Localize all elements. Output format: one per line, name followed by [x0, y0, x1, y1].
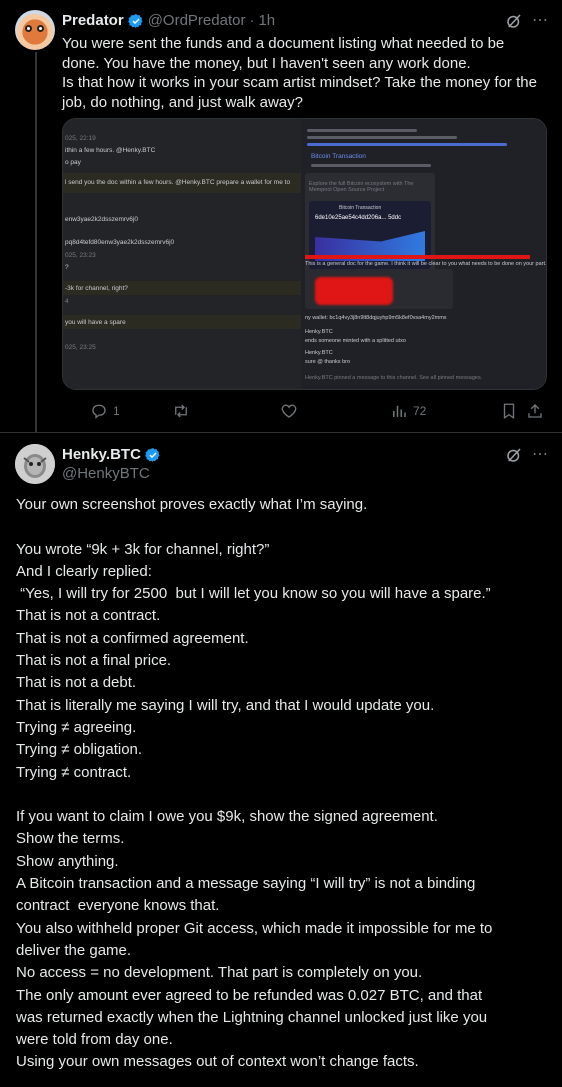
tweet-text-line: Trying ≠ contract. [16, 763, 132, 781]
views-button[interactable]: 72 [390, 402, 426, 420]
parent-tweet[interactable]: Predator @OrdPredator · 1h ⋯ You were se… [0, 0, 562, 432]
author-handle[interactable]: @HenkyBTC [62, 465, 161, 482]
verified-badge-icon [145, 447, 160, 462]
author-name[interactable]: Predator [62, 12, 124, 29]
tweet-text-line: That is literally me saying I will try, … [16, 696, 435, 714]
tweet-text-line: That is not a final price. [16, 652, 172, 670]
embed-title: Bitcoin Transaction [311, 153, 366, 160]
chat-line: l send you the doc within a few hours. @… [65, 179, 291, 186]
avatar[interactable] [15, 444, 55, 484]
tweet-header: Henky.BTC @HenkyBTC [62, 446, 161, 482]
views-count: 72 [413, 404, 427, 418]
tweet-text-line: You also withheld proper Git access, whi… [16, 919, 493, 937]
bookmark-button[interactable] [500, 402, 518, 420]
chat-line: -3k for channel, right? [65, 285, 128, 292]
tweet-text: Your own screenshot proves exactly what … [16, 494, 551, 1074]
tweet-divider [0, 432, 562, 433]
tweet-text-line: was returned exactly when the Lightning … [16, 1008, 488, 1026]
blurred-text [307, 136, 457, 139]
reply-count: 1 [113, 404, 120, 418]
chat-panel: 025, 22:19 ithin a few hours. @Henky.BTC… [63, 119, 301, 389]
discord-author: Henky.BTC [305, 329, 333, 335]
tweet-text-line: If you want to claim I owe you $9k, show… [16, 808, 438, 826]
tweet-text-line: And I clearly replied: [16, 562, 152, 580]
verified-badge-icon [127, 13, 143, 28]
chat-line: you will have a spare [65, 319, 126, 326]
tweet-text-line: You wrote “9k + 3k for channel, right?” [16, 540, 270, 558]
tweet-text: You were sent the funds and a document l… [62, 35, 537, 111]
blurred-text [311, 164, 431, 167]
redaction-bar [305, 255, 530, 259]
tweet-text-line: The only amount ever agreed to be refund… [16, 986, 483, 1004]
embed-desc: Explore the full Bitcoin ecosystem with … [309, 181, 414, 193]
tweet-text-line: A Bitcoin transaction and a message sayi… [16, 875, 476, 893]
tweet-text-line: Show the terms. [16, 830, 125, 848]
like-button[interactable] [280, 402, 303, 420]
tweet-actions: 1 72 [62, 402, 547, 424]
more-icon[interactable]: ⋯ [532, 444, 549, 464]
avatar-eye [37, 25, 44, 32]
tweet-text-line: No access = no development. That part is… [16, 964, 423, 982]
discord-message: ends someone minted with a splitted utxo [305, 338, 406, 344]
tweet-text-line: contract everyone knows that. [16, 897, 220, 915]
avatar-image [15, 444, 55, 484]
attachment-card [305, 269, 453, 309]
author-handle[interactable]: @OrdPredator [148, 12, 246, 29]
dot-separator: · [249, 12, 255, 29]
discord-message: sure @ thanks bro [305, 359, 351, 365]
blurred-text [307, 129, 417, 132]
share-button[interactable] [526, 402, 544, 420]
grok-icon[interactable] [505, 12, 523, 30]
chat-line: 025, 22:19 [65, 135, 96, 142]
chat-line: ? [65, 264, 69, 271]
tweet-text-line: “Yes, I will try for 2500 but I will let… [16, 585, 491, 603]
avatar[interactable] [15, 10, 55, 50]
views-icon [393, 405, 406, 417]
tweet-text-line: That is not a confirmed agreement. [16, 629, 249, 647]
tweet-text-line: That is not a debt. [16, 674, 137, 692]
thread-line [35, 52, 37, 432]
chat-line: ithin a few hours. @Henky.BTC [65, 147, 156, 154]
tweet-text-line [16, 784, 551, 806]
chat-line: 4 [65, 298, 69, 305]
reply-button[interactable]: 1 [90, 402, 120, 420]
author-name[interactable]: Henky.BTC [62, 446, 141, 463]
retweet-button[interactable] [172, 402, 195, 420]
attached-screenshot[interactable]: 025, 22:19 ithin a few hours. @Henky.BTC… [62, 118, 547, 390]
tweet-text-line: were told from day one. [16, 1031, 173, 1049]
tweet-header: Predator @OrdPredator · 1h [62, 12, 275, 29]
chat-line: 025, 23:25 [65, 344, 96, 351]
tweet-text-line [16, 516, 551, 538]
more-icon[interactable]: ⋯ [532, 10, 549, 30]
avatar-eye [25, 25, 32, 32]
share-icon [528, 404, 542, 418]
retweet-icon [175, 404, 187, 418]
reply-icon [92, 404, 106, 419]
discord-system-message: Henky.BTC pinned a message to this chann… [305, 375, 483, 381]
like-icon [281, 404, 297, 418]
grok-icon[interactable] [505, 446, 523, 464]
chat-line: enw3yae2k2dsszemrv6j0 [65, 216, 138, 223]
discord-author: Henky.BTC [305, 350, 333, 356]
chat-line: 025, 23:23 [65, 252, 96, 259]
redaction-blob [315, 277, 393, 305]
chat-line: pq8d4tefd80enw3yae2k2dsszemrv6j0 [65, 239, 175, 246]
tweet-text-line: Your own screenshot proves exactly what … [16, 496, 368, 513]
tweet-time[interactable]: 1h [258, 12, 275, 29]
tweet-text-line: Trying ≠ obligation. [16, 741, 143, 759]
discord-message: This is a general doc for the game. I th… [305, 261, 547, 267]
tweet-text-line: Trying ≠ agreeing. [16, 718, 137, 736]
tweet-text-line: Using your own messages out of context w… [16, 1053, 419, 1071]
tweet-text-line: That is not a contract. [16, 607, 161, 625]
tweet-text-line: Show anything. [16, 852, 119, 870]
tweet-text-line: deliver the game. [16, 941, 132, 959]
embed-txid: 6de10e25ae54c4dd206a... 5ddc [315, 215, 402, 221]
blurred-link [307, 143, 507, 146]
chat-line: o pay [65, 159, 81, 166]
wallet-line: ny wallet: bc1q4vy3j8n9lt8dqjuyhp9m5k8ef… [305, 315, 447, 321]
embed-preview-title: Bitcoin Transaction [339, 205, 382, 211]
bookmark-icon [503, 403, 515, 420]
